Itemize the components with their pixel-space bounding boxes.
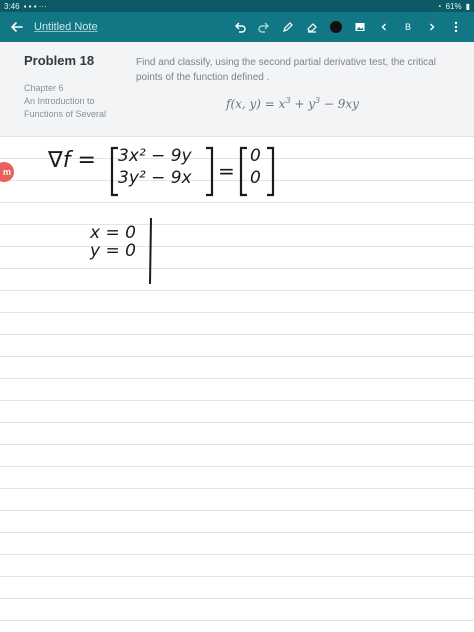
critical-point-conditions: x = 0 y = 0	[90, 224, 136, 260]
equals-sign: =	[218, 159, 235, 183]
condition-line: x = 0	[90, 223, 136, 243]
zero-vector: 0 0	[250, 145, 261, 189]
handwritten-brackets	[110, 146, 275, 285]
zero-entry: 0	[250, 168, 261, 188]
condition-line: y = 0	[90, 241, 136, 261]
gradient-row: 3y² − 9x	[118, 168, 192, 188]
zero-entry: 0	[250, 146, 261, 166]
gradient-vector: 3x² − 9y 3y² − 9x	[118, 145, 192, 189]
gradient-row: 3x² − 9y	[118, 146, 192, 166]
